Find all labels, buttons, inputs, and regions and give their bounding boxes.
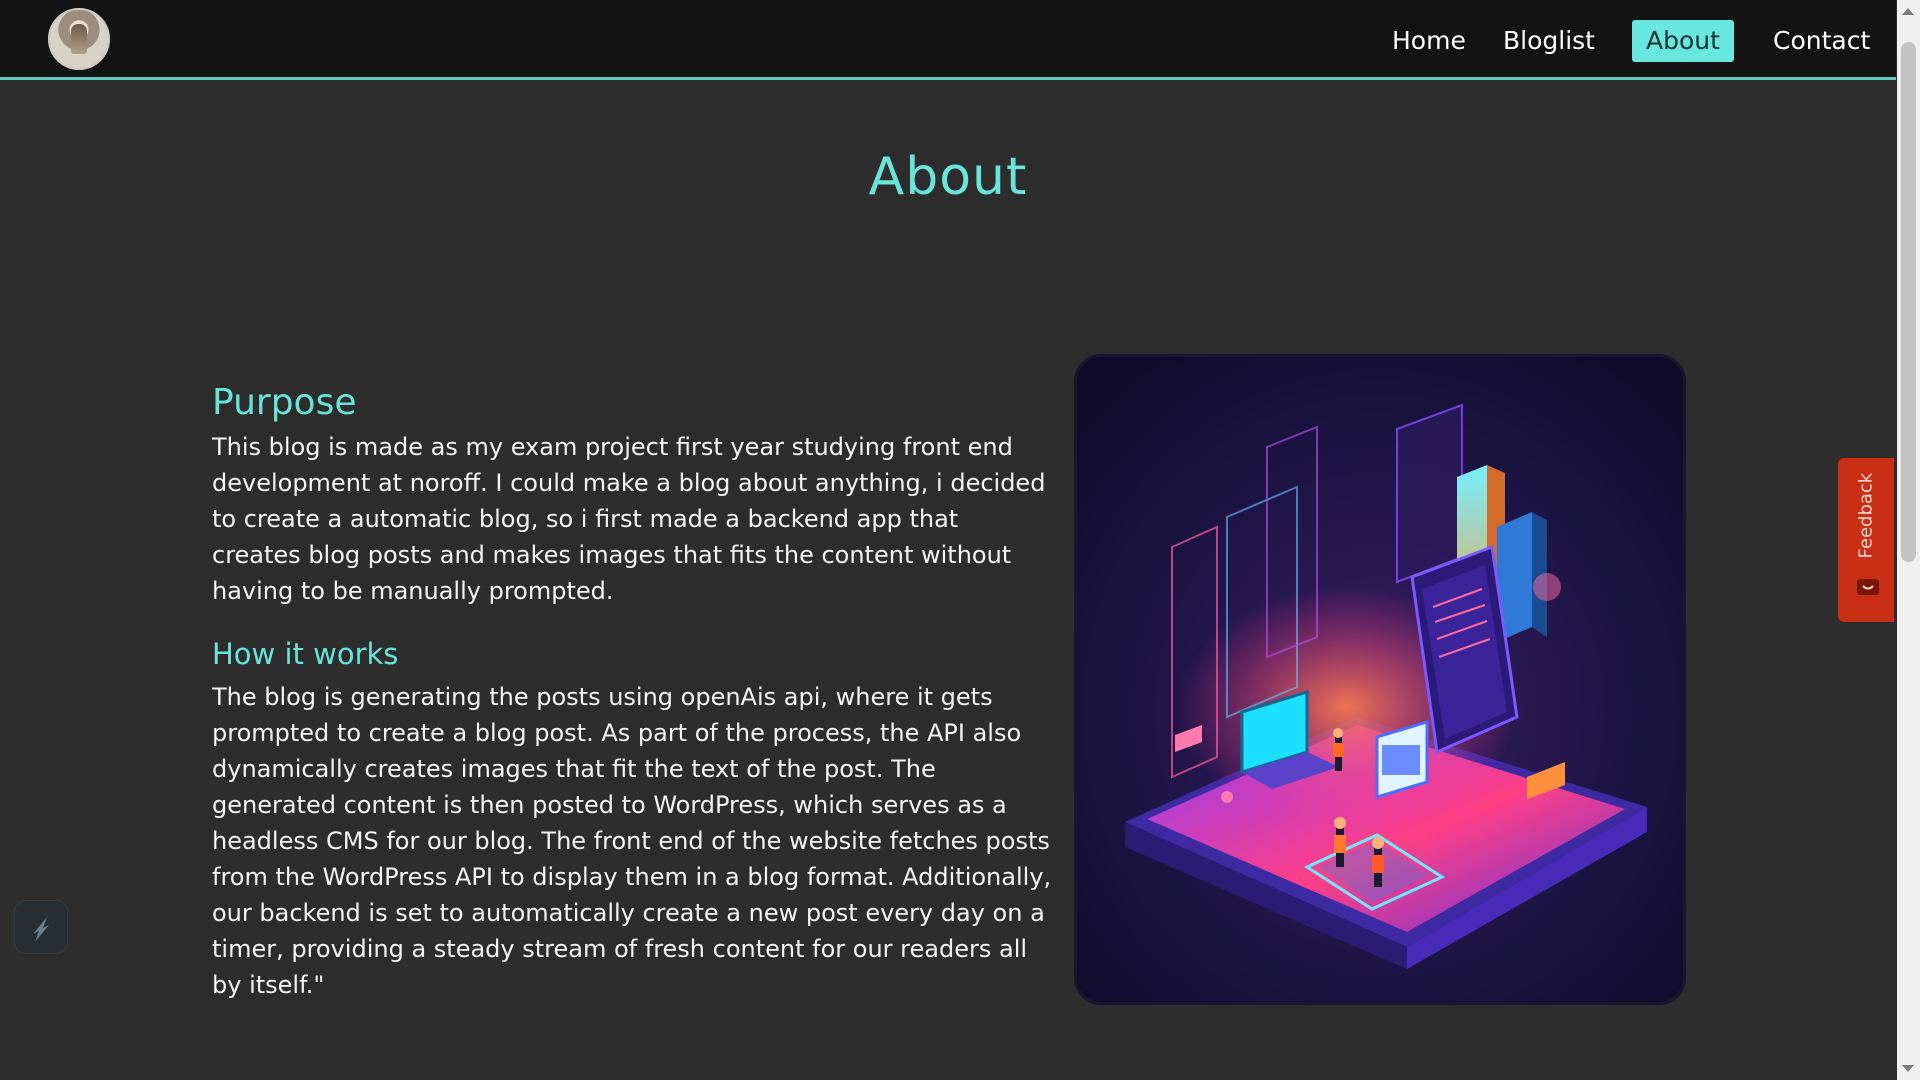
feedback-label: Feedback — [1855, 472, 1877, 559]
scroll-up-icon[interactable] — [1902, 8, 1914, 15]
feedback-tab[interactable]: Feedback — [1838, 458, 1894, 622]
purpose-text: This blog is made as my exam project fir… — [212, 433, 1046, 605]
scroll-thumb[interactable] — [1901, 42, 1916, 562]
feedback-icon — [1857, 579, 1879, 595]
how-it-works-text: The blog is generating the posts using o… — [212, 683, 1052, 999]
nav-bloglist[interactable]: Bloglist — [1489, 20, 1609, 62]
scroll-down-icon[interactable] — [1902, 1065, 1914, 1072]
vertical-scrollbar[interactable] — [1897, 0, 1920, 1080]
bolt-widget-icon — [33, 917, 49, 942]
nav-contact[interactable]: Contact — [1759, 20, 1884, 62]
logo-avatar[interactable] — [48, 8, 110, 70]
navbar: Home Bloglist About Contact — [0, 0, 1896, 80]
nav-about[interactable]: About — [1632, 20, 1734, 62]
bolt-widget[interactable] — [14, 900, 68, 954]
how-it-works-heading: How it works — [212, 637, 399, 671]
purpose-heading: Purpose — [212, 382, 357, 423]
nav-home[interactable]: Home — [1378, 20, 1480, 62]
about-content: Purpose This blog is made as my exam pro… — [212, 382, 1052, 1003]
page-title: About — [868, 146, 1028, 207]
isometric-tech-illustration — [1077, 357, 1683, 1002]
